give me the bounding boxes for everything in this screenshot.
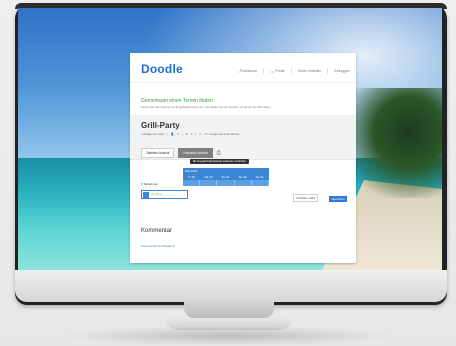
nav-label: Preise — [275, 69, 286, 73]
save-button[interactable]: Speichern — [329, 196, 347, 202]
poll-author: Umfrage von Luca — [141, 132, 164, 136]
nav-label: Konto erstellen — [298, 69, 322, 73]
doodle-logo[interactable]: Doodle — [141, 62, 183, 76]
top-bar: Doodle • Funktionen ▭ Preise Konto erste… — [130, 53, 356, 83]
print-icon[interactable]: ⎙ — [217, 150, 221, 156]
add-comment-label: Kommentar hinzufügen — [141, 244, 173, 248]
tab-calendar-view[interactable]: Kalender-Ansicht — [178, 148, 213, 158]
doodle-page: Doodle • Funktionen ▭ Preise Konto erste… — [130, 53, 356, 263]
meta-separator: | — [195, 132, 197, 136]
intro-title: Gemeinsam einen Termin finden — [141, 98, 213, 104]
nav-separator — [263, 68, 265, 74]
add-comment-link[interactable]: Kommentar hinzufügen ▾ — [141, 244, 174, 248]
comment-title: Kommentar — [141, 228, 173, 234]
name-field[interactable]: Ihr Name — [141, 190, 188, 199]
meta-separator: | — [166, 132, 168, 136]
intro-section: Gemeinsam einen Termin finden Geben Sie … — [141, 98, 351, 109]
participants-label: 0 Teilnehmer — [141, 182, 159, 186]
name-placeholder: Ihr Name — [151, 193, 162, 196]
avatar-icon — [143, 191, 149, 198]
chevron-down-icon: ▾ — [172, 244, 175, 248]
nav-separator — [291, 68, 293, 74]
calendar-header: Mai 2015 Fr 22 Sa 23 So 24 Sa 30 So 31 — [183, 168, 270, 186]
poll-meta: Umfrage von Luca | 👤 0 | ✉ 0 | ⏱ vor wen… — [141, 132, 239, 136]
availability-cell[interactable] — [200, 180, 218, 186]
monitor-stand-neck — [184, 300, 274, 318]
bullet-icon: • — [237, 68, 240, 74]
poll-panel: Grill-Party Umfrage von Luca | 👤 0 | ✉ 0… — [130, 115, 356, 212]
desk-shadow — [60, 326, 396, 346]
calendar-tooltip: Mit Google/Outlook/Apple Kalender verbin… — [190, 159, 249, 164]
meta-separator: | — [181, 132, 183, 136]
nav-label: Einloggen — [334, 69, 350, 73]
availability-cell[interactable] — [252, 180, 270, 186]
poll-updated: vor weniger als einer Minute — [204, 132, 240, 136]
availability-cell[interactable] — [235, 180, 252, 186]
comment-section: Kommentar Kommentar hinzufügen ▾ — [141, 228, 174, 252]
monitor-chin — [15, 270, 447, 302]
tab-table-view[interactable]: Tabellen-Ansicht — [141, 148, 175, 158]
participants-count: 0 — [177, 132, 179, 136]
nav-konto-erstellen[interactable]: Konto erstellen — [298, 69, 321, 73]
participants-icon: 👤 — [170, 132, 175, 136]
nav-preise[interactable]: ▭ Preise — [270, 69, 285, 74]
poll-title: Grill-Party — [141, 121, 180, 130]
comments-count: 0 — [190, 132, 193, 136]
availability-cell[interactable] — [217, 180, 235, 186]
nav-label: Funktionen — [240, 69, 258, 73]
view-tabs: Tabellen-Ansicht Kalender-Ansicht ⎙ — [141, 148, 221, 158]
intro-text: Geben Sie Ihren Namen im Eingabefeld unt… — [141, 105, 271, 109]
nav-einloggen[interactable]: Einloggen — [334, 69, 350, 73]
nav-separator — [327, 68, 329, 74]
nav-funktionen[interactable]: • Funktionen — [238, 69, 258, 74]
poll-table: Mit Google/Outlook/Apple Kalender verbin… — [130, 159, 356, 212]
clock-icon: ⏱ — [199, 132, 202, 136]
availability-row — [183, 180, 270, 186]
cant-button[interactable]: Ich kann nicht — [293, 194, 318, 202]
top-navigation: • Funktionen ▭ Preise Konto erstellen Ei… — [238, 68, 350, 74]
availability-cell[interactable] — [183, 180, 201, 186]
comments-icon: ✉ — [185, 132, 188, 136]
monitor-screen: Doodle • Funktionen ▭ Preise Konto erste… — [18, 8, 442, 270]
tag-icon: ▭ — [270, 68, 275, 74]
